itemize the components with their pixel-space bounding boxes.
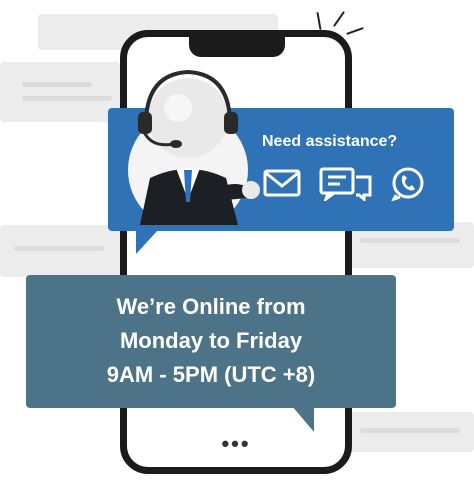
hours-line-1: We’re Online from xyxy=(116,294,306,319)
hours-line-3: 9AM - 5PM (UTC +8) xyxy=(106,362,316,387)
assistance-bubble-tail xyxy=(136,230,158,254)
sparkle-line xyxy=(316,11,322,31)
background-line xyxy=(14,246,104,251)
phone-notch xyxy=(189,35,285,57)
hours-bubble-tail xyxy=(292,406,314,432)
sparkle-line xyxy=(333,11,345,27)
chat-icon[interactable] xyxy=(318,165,374,201)
illustration: ••• Need assistance? We’re Online from M… xyxy=(0,0,474,480)
background-line xyxy=(22,96,112,101)
background-line xyxy=(22,82,92,87)
background-line xyxy=(360,428,460,433)
whatsapp-icon[interactable] xyxy=(388,165,428,201)
typing-indicator: ••• xyxy=(221,431,251,456)
support-agent-illustration xyxy=(128,69,260,225)
hours-line-2: Monday to Friday xyxy=(119,328,303,353)
email-icon[interactable] xyxy=(262,165,302,201)
assistance-title: Need assistance? xyxy=(262,133,398,150)
background-line xyxy=(360,238,460,243)
sparkle-line xyxy=(346,26,364,36)
background-bubble xyxy=(0,225,120,277)
background-bubble xyxy=(0,62,120,122)
